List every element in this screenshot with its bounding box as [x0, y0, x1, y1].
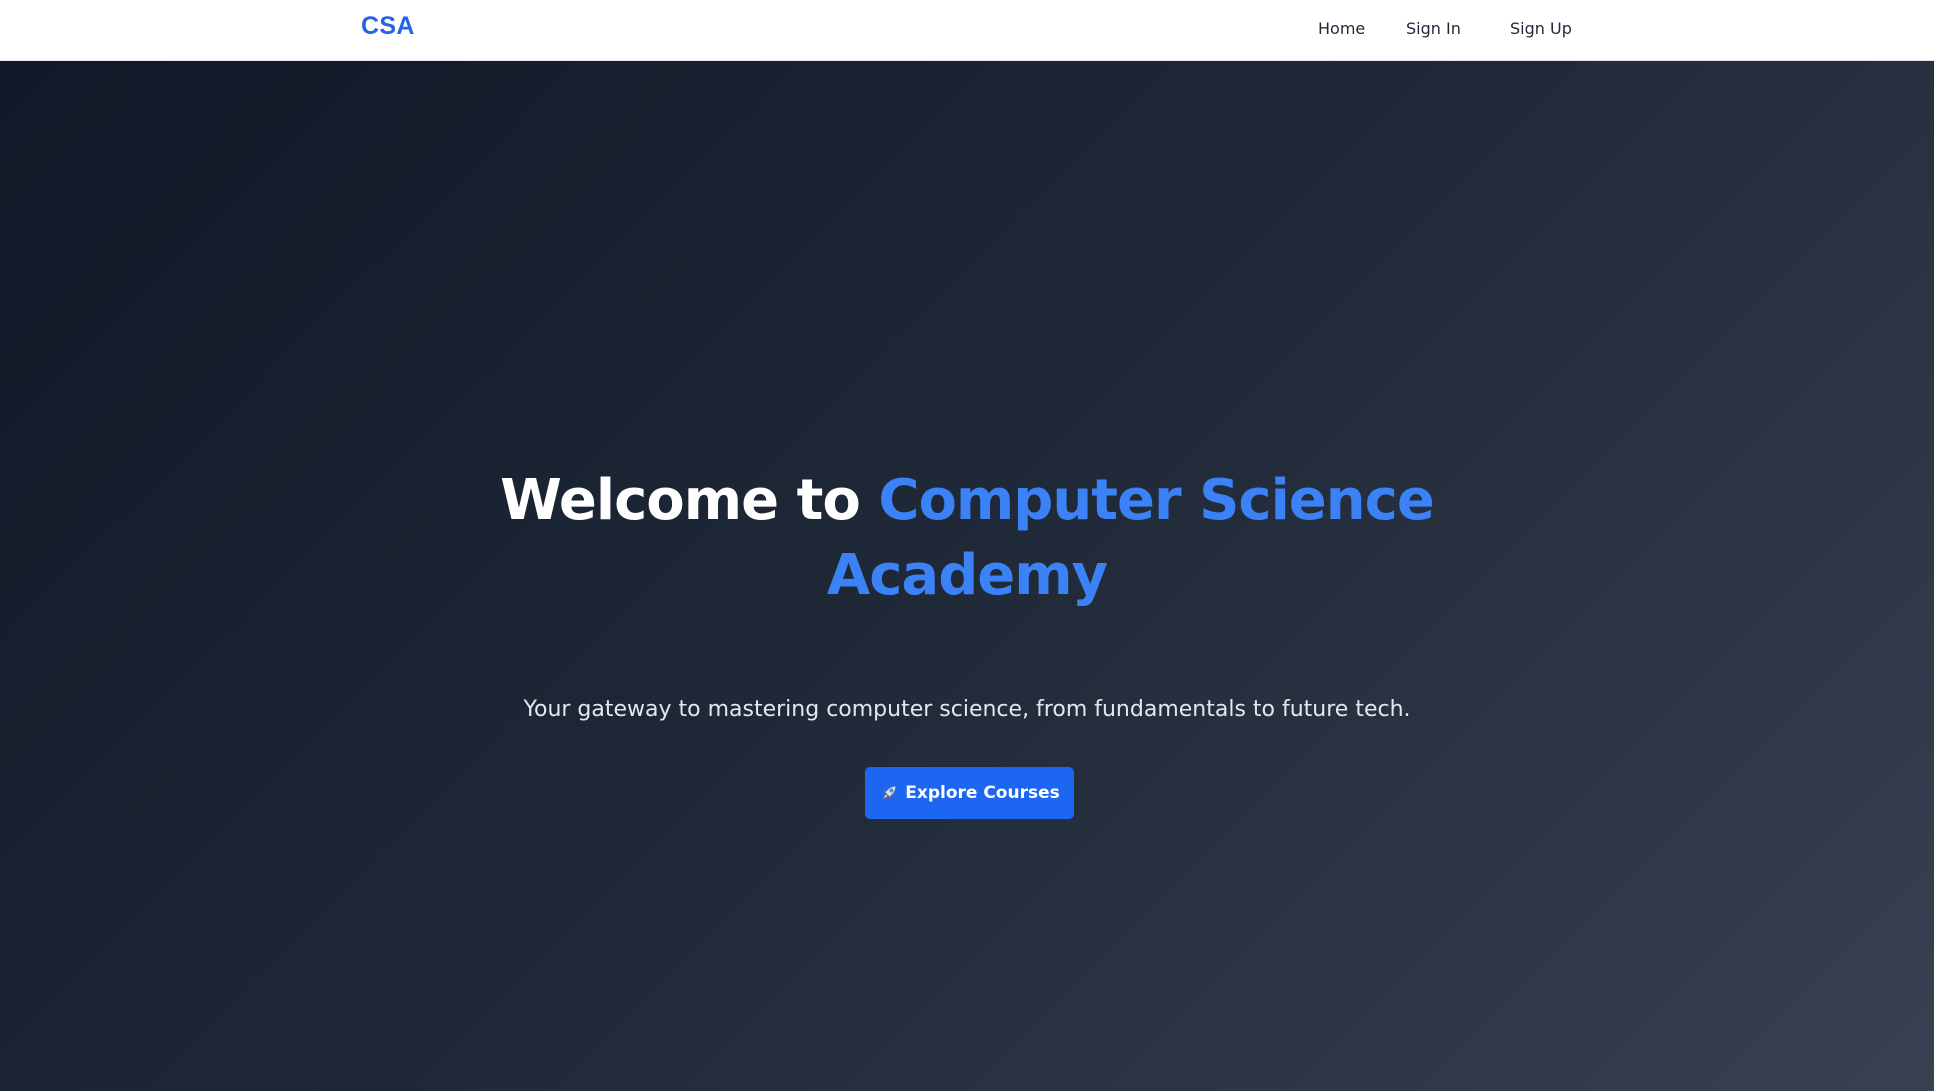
- navbar: CSA Home Sign In Sign Up: [0, 0, 1934, 61]
- hero-subtitle: Your gateway to mastering computer scien…: [523, 697, 1411, 722]
- hero-title: Welcome to Computer Science Academy: [417, 463, 1517, 613]
- rocket-icon: [879, 783, 899, 803]
- brand-logo[interactable]: CSA: [361, 12, 415, 41]
- hero-title-prefix: Welcome to: [500, 468, 879, 533]
- hero-title-accent: Computer Science Academy: [826, 468, 1435, 608]
- nav-link-home[interactable]: Home: [1318, 19, 1365, 38]
- hero-section: Welcome to Computer Science Academy Your…: [0, 61, 1934, 1091]
- nav-link-sign-up[interactable]: Sign Up: [1510, 19, 1572, 38]
- page: CSA Home Sign In Sign Up Welcome to Comp…: [0, 0, 1934, 1091]
- nav-link-sign-in[interactable]: Sign In: [1406, 19, 1461, 38]
- explore-courses-label: Explore Courses: [905, 783, 1060, 803]
- explore-courses-button[interactable]: Explore Courses: [865, 767, 1074, 819]
